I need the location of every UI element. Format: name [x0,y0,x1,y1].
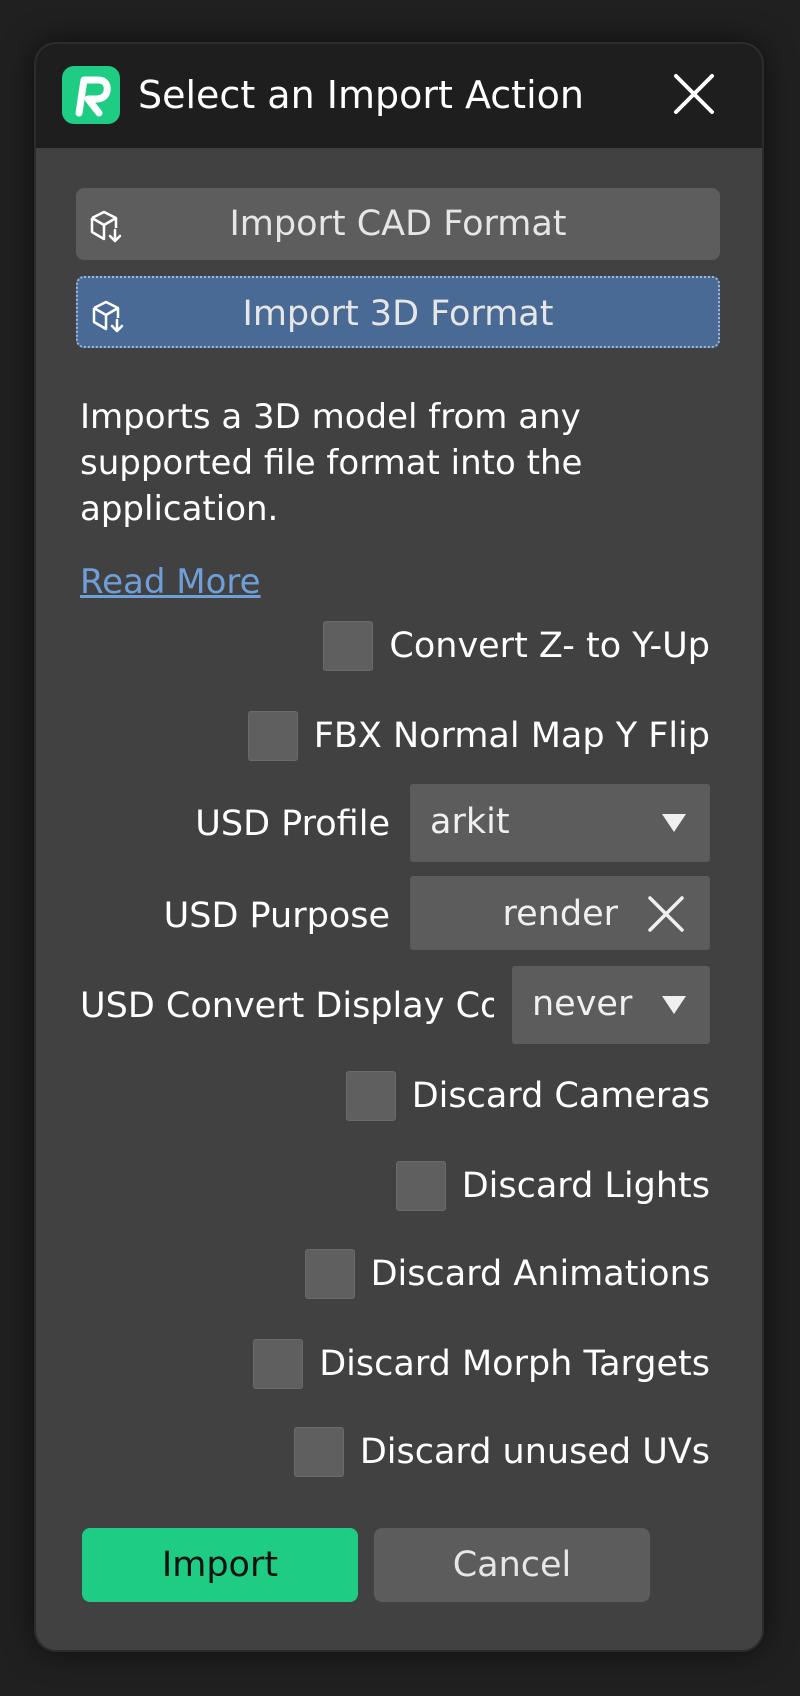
close-icon[interactable] [672,72,716,116]
description-line: application. [80,489,279,529]
import-cad-format-label: Import CAD Format [229,204,567,244]
import-button[interactable]: Import [82,1528,358,1602]
usd-profile-value: arkit [430,802,510,842]
usd-purpose-value: render [502,894,618,934]
discard-morph-targets-label: Discard Morph Targets [319,1344,710,1384]
usd-profile-dropdown[interactable]: arkit [410,784,710,862]
dialog-title: Select an Import Action [138,73,584,117]
discard-morph-targets-option: Discard Morph Targets [253,1336,710,1392]
fbx-normal-flip-checkbox[interactable] [247,711,298,761]
usd-profile-label: USD Profile [195,804,390,844]
discard-morph-targets-checkbox[interactable] [253,1339,304,1389]
discard-animations-option: Discard Animations [304,1246,710,1302]
convert-z-to-y-checkbox[interactable] [323,621,374,671]
usd-convert-display-value: never [532,984,633,1024]
fbx-normal-flip-option: FBX Normal Map Y Flip [247,708,710,764]
usd-purpose-label: USD Purpose [163,896,390,936]
discard-animations-label: Discard Animations [370,1254,710,1294]
discard-lights-label: Discard Lights [461,1166,710,1206]
discard-unused-uvs-option: Discard unused UVs [293,1424,710,1480]
read-more-link[interactable]: Read More [80,560,261,604]
description-line: Imports a 3D model from any [80,397,581,437]
discard-unused-uvs-label: Discard unused UVs [359,1432,710,1472]
fbx-normal-flip-label: FBX Normal Map Y Flip [313,716,710,756]
discard-lights-checkbox[interactable] [395,1161,446,1211]
import-cad-format-button[interactable]: Import CAD Format [76,188,720,260]
chevron-down-icon [662,996,686,1014]
convert-z-to-y-label: Convert Z- to Y-Up [389,626,710,666]
cancel-button[interactable]: Cancel [374,1528,650,1602]
app-logo-icon [62,66,120,124]
discard-cameras-checkbox[interactable] [345,1071,396,1121]
usd-purpose-field[interactable]: render [410,876,710,950]
discard-cameras-label: Discard Cameras [411,1076,710,1116]
import-action-dialog: Select an Import Action Import CAD Forma… [34,42,764,1652]
chevron-down-icon [662,814,686,832]
discard-unused-uvs-checkbox[interactable] [293,1427,344,1477]
discard-cameras-option: Discard Cameras [345,1068,710,1124]
import-3d-format-button[interactable]: Import 3D Format [76,276,720,348]
import-3d-format-label: Import 3D Format [242,294,554,334]
action-description: Imports a 3D model from any supported fi… [80,394,680,532]
description-line: supported file format into the [80,443,583,483]
usd-convert-display-dropdown[interactable]: never [512,966,710,1044]
dialog-titlebar: Select an Import Action [36,44,762,148]
discard-lights-option: Discard Lights [395,1158,710,1214]
usd-convert-display-label: USD Convert Display Co [80,986,494,1026]
discard-animations-checkbox[interactable] [304,1249,355,1299]
clear-icon[interactable] [646,894,686,934]
convert-z-to-y-option: Convert Z- to Y-Up [323,618,710,674]
